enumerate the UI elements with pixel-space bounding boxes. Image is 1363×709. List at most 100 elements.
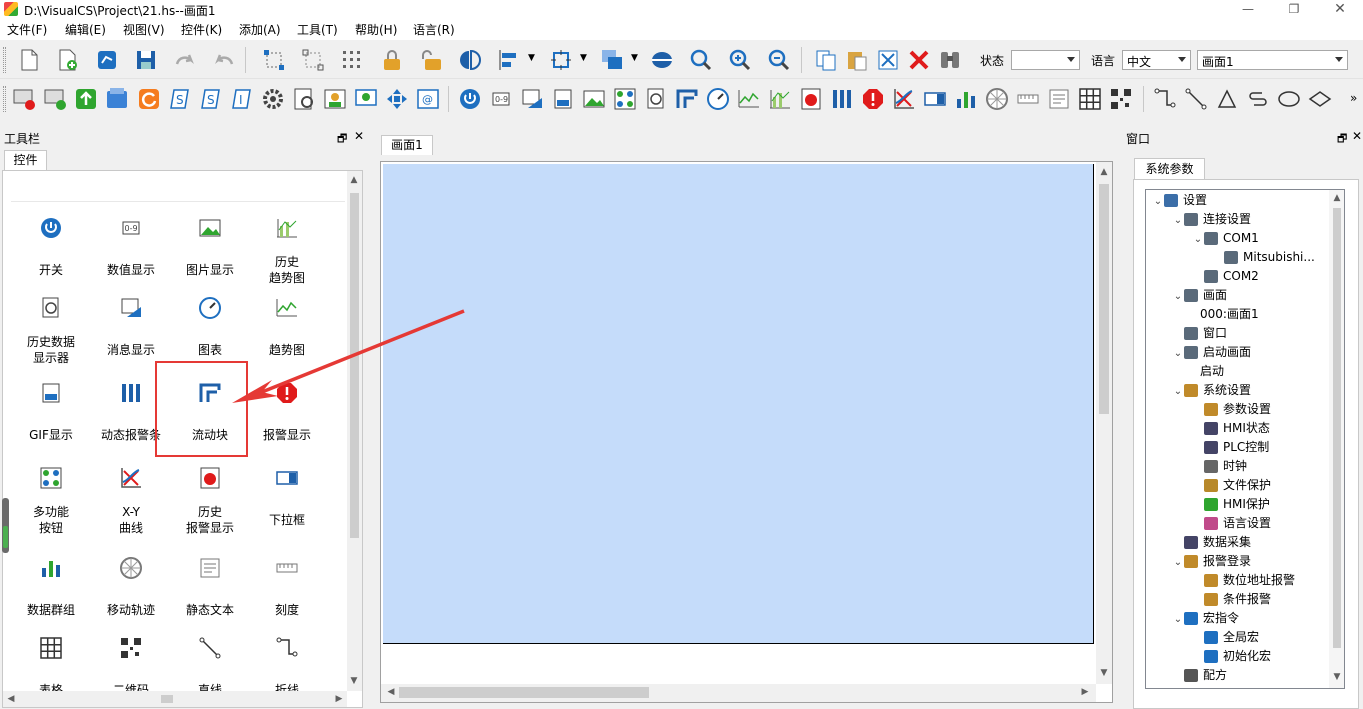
gif-icon[interactable] (551, 87, 575, 111)
editor-vscroll[interactable]: ▲ ▼ (1096, 162, 1112, 684)
tree-node[interactable]: HMI状态 (1192, 419, 1270, 438)
control-item[interactable]: 图片显示 (170, 216, 250, 278)
control-item[interactable]: 静态文本 (170, 556, 250, 618)
online-sim-icon[interactable] (43, 87, 67, 111)
static-text-icon[interactable] (1047, 87, 1071, 111)
diamond-icon[interactable] (1308, 87, 1332, 111)
scroll-down-icon[interactable]: ▼ (1331, 672, 1343, 682)
pin-icon[interactable]: 🗗 (1337, 130, 1347, 149)
menu-view[interactable]: 视图(V) (123, 21, 165, 38)
control-item[interactable]: GIF显示 (11, 381, 91, 443)
scroll-down-icon[interactable]: ▼ (1098, 668, 1110, 678)
email-icon[interactable]: @ (416, 87, 440, 111)
size-dropdown-icon[interactable]: ▼ (580, 53, 587, 63)
minimize-button[interactable]: — (1225, 0, 1271, 18)
tree-vscroll[interactable]: ▲ ▼ (1329, 190, 1344, 688)
tree-node[interactable]: 初始化宏 (1192, 647, 1271, 666)
scroll-thumb[interactable] (1099, 184, 1109, 414)
maximize-button[interactable]: ❐ (1271, 0, 1317, 18)
gear-icon[interactable] (261, 87, 285, 111)
menu-controls[interactable]: 控件(K) (181, 21, 222, 38)
screen-icon[interactable] (354, 87, 378, 111)
tree-node[interactable]: 文件保护 (1192, 476, 1271, 495)
arc-icon[interactable] (1246, 87, 1270, 111)
history-alarm-icon[interactable] (799, 87, 823, 111)
chevron-down-icon[interactable]: ⌄ (1172, 344, 1184, 363)
tree-node[interactable]: 数据采集 (1172, 533, 1251, 552)
tree-node[interactable]: ⌄ 画面 (1172, 286, 1227, 305)
qrcode-icon[interactable] (1109, 87, 1133, 111)
scroll-right-icon[interactable]: ▶ (1079, 687, 1091, 697)
control-item[interactable]: 图表 (170, 296, 250, 358)
script-s2-icon[interactable]: S (199, 87, 223, 111)
toolbox-vscroll[interactable]: ▲ ▼ (347, 171, 362, 691)
table-icon[interactable] (1078, 87, 1102, 111)
menu-tools[interactable]: 工具(T) (297, 21, 338, 38)
ellipse-icon[interactable] (1277, 87, 1301, 111)
tree-node[interactable]: ⌄ 系统设置 (1172, 381, 1251, 400)
dropdown-icon[interactable] (923, 87, 947, 111)
copy-icon[interactable] (814, 48, 838, 72)
tree-node[interactable]: 启动 (1188, 362, 1224, 381)
history-trend-icon[interactable] (768, 87, 792, 111)
tree-node[interactable]: ⌄ 连接设置 (1172, 210, 1251, 229)
scroll-left-icon[interactable]: ◀ (5, 694, 17, 704)
tree-node[interactable]: HMI保护 (1192, 495, 1270, 514)
layer-icon[interactable] (600, 48, 624, 72)
mirror-icon[interactable] (458, 48, 482, 72)
align-dropdown-icon[interactable]: ▼ (528, 53, 535, 63)
chevron-down-icon[interactable]: ⌄ (1192, 230, 1204, 249)
tree-node[interactable]: 时钟 (1192, 457, 1247, 476)
control-item[interactable]: 历史数据 显示器 (11, 296, 91, 366)
scroll-left-icon[interactable]: ◀ (385, 687, 397, 697)
trend-icon[interactable] (737, 87, 761, 111)
script-i-icon[interactable]: I (230, 87, 254, 111)
polygon-icon[interactable] (1215, 87, 1239, 111)
scroll-up-icon[interactable]: ▲ (1098, 167, 1110, 177)
tab-controls[interactable]: 控件 (4, 150, 47, 170)
address-book-icon[interactable] (292, 87, 316, 111)
find-icon[interactable] (938, 48, 962, 72)
polyline-icon[interactable] (1153, 87, 1177, 111)
control-item[interactable]: 多功能 按钮 (11, 466, 91, 536)
tree-node[interactable]: 语言设置 (1192, 514, 1271, 533)
grid-icon[interactable] (340, 48, 364, 72)
tab-screen1[interactable]: 画面1 (381, 135, 433, 155)
hscroll-thumb[interactable] (399, 687, 649, 698)
bar-group-icon[interactable] (954, 87, 978, 111)
control-item[interactable]: 折线 (247, 636, 327, 698)
control-item[interactable]: 移动轨迹 (91, 556, 171, 618)
tree-node[interactable]: 数位地址报警 (1192, 571, 1295, 590)
tree-node[interactable]: ⌄ 报警登录 (1172, 552, 1251, 571)
close-icon[interactable]: ✕ (1352, 129, 1362, 143)
pin-icon[interactable]: 🗗 (337, 130, 347, 149)
close-icon[interactable]: ✕ (354, 129, 364, 143)
picture-icon[interactable] (582, 87, 606, 111)
control-item[interactable]: 开关 (11, 216, 91, 278)
control-item[interactable]: X-Y 曲线 (91, 466, 171, 536)
close-button[interactable]: ✕ (1317, 0, 1363, 18)
control-item[interactable]: 0-9 数值显示 (91, 216, 171, 278)
design-canvas[interactable] (383, 164, 1094, 644)
menu-add[interactable]: 添加(A) (239, 21, 281, 38)
control-item[interactable]: 数据群组 (11, 556, 91, 618)
control-item[interactable]: 直线 (170, 636, 250, 698)
view-icon[interactable] (650, 48, 674, 72)
tree-node[interactable]: 000:画面1 (1188, 305, 1259, 324)
toolbar-grip[interactable] (3, 86, 6, 112)
multi-button-icon[interactable] (613, 87, 637, 111)
language-select[interactable]: 中文 (1122, 50, 1191, 70)
group-icon[interactable] (262, 48, 286, 72)
unlock-icon[interactable] (419, 48, 443, 72)
tree-node[interactable]: 全局宏 (1192, 628, 1259, 647)
layer-dropdown-icon[interactable]: ▼ (631, 53, 638, 63)
scroll-up-icon[interactable]: ▲ (348, 175, 360, 185)
ungroup-icon[interactable] (301, 48, 325, 72)
scroll-thumb[interactable] (350, 193, 359, 538)
control-item[interactable]: 下拉框 (247, 466, 327, 528)
zoom-icon[interactable] (689, 48, 713, 72)
numeric-display-icon[interactable]: 0-9 (489, 87, 513, 111)
line-icon[interactable] (1184, 87, 1208, 111)
scroll-down-icon[interactable]: ▼ (348, 676, 360, 686)
upload-icon[interactable] (105, 87, 129, 111)
